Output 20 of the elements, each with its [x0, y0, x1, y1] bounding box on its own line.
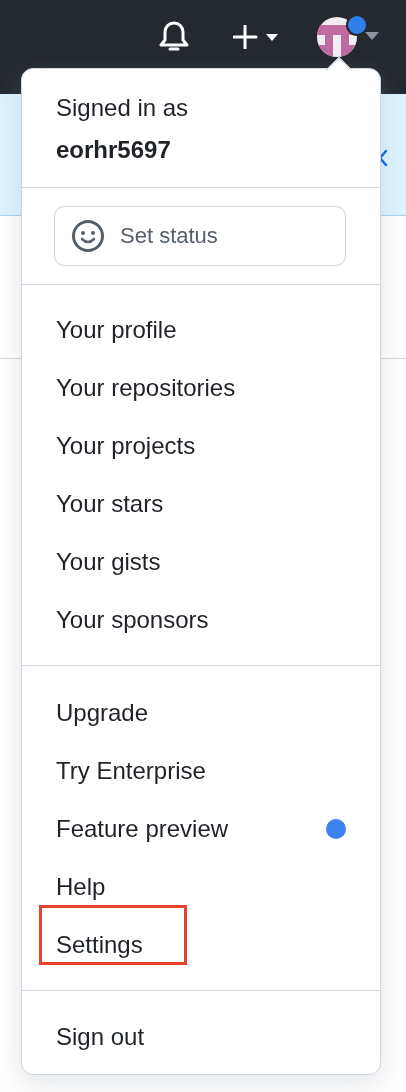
- menu-item[interactable]: Upgrade: [56, 699, 149, 727]
- smiley-icon: [71, 219, 105, 253]
- menu-item[interactable]: Settings: [56, 931, 143, 959]
- username: eorhr5697: [56, 135, 172, 165]
- menu-item[interactable]: Your repositories: [56, 374, 236, 402]
- set-status-button[interactable]: Set status: [54, 206, 346, 266]
- menu-item[interactable]: Your stars: [56, 490, 164, 518]
- caret-icon[interactable]: [365, 32, 379, 40]
- menu-item[interactable]: Try Enterprise: [56, 757, 206, 785]
- menu-item[interactable]: Feature preview: [56, 815, 229, 843]
- chevron-left-icon[interactable]: [378, 149, 388, 167]
- menu-item[interactable]: Help: [56, 873, 106, 901]
- bell-icon[interactable]: [159, 20, 189, 54]
- avatar[interactable]: [317, 17, 357, 57]
- menu-item[interactable]: Your profile: [56, 316, 177, 344]
- menu-item[interactable]: Your sponsors: [56, 606, 209, 634]
- menu-item[interactable]: Your gists: [56, 548, 161, 576]
- menu-item[interactable]: Your projects: [56, 432, 196, 460]
- menu-item[interactable]: Sign out: [56, 1023, 145, 1051]
- signed-in-label: Signed in as: [56, 93, 190, 123]
